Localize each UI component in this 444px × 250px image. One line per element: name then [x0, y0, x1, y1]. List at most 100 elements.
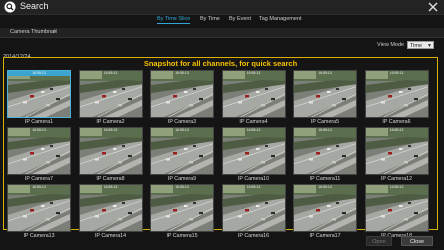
snapshot-frame[interactable]: 16:55:13 [293, 70, 357, 118]
camera-label: IP Camera6 [382, 119, 411, 125]
snapshot-frame[interactable]: 16:55:13 [78, 127, 143, 175]
snapshot-image [365, 128, 428, 174]
snapshot-time: 16:55:13 [103, 128, 118, 132]
tab-tag-management[interactable]: Tag Management [259, 16, 302, 22]
camera-label: IP Camera16 [237, 233, 270, 239]
camera-label: IP Camera15 [166, 233, 198, 239]
snapshot-image [222, 128, 285, 174]
camera-label: IP Camera1 [24, 119, 54, 125]
camera-thumbnail[interactable]: 16:55:13 IP Camera8 [78, 127, 143, 184]
snapshot-frame[interactable]: 16:55:13 [150, 70, 214, 118]
view-mode-select[interactable]: Time ▼ [407, 41, 434, 49]
camera-label: IP Camera4 [239, 119, 268, 125]
snapshot-image [8, 185, 70, 231]
thumbnail-panel: Snapshot for all channels, for quick sea… [3, 57, 438, 239]
view-mode-label: View Mode [377, 42, 405, 48]
camera-thumbnail[interactable]: 16:55:13 IP Camera18 [364, 184, 429, 241]
snapshot-image [294, 71, 356, 117]
camera-thumbnail[interactable]: 16:55:13 IP Camera15 [150, 184, 214, 241]
tab-by-time-slice[interactable]: By Time Slice [157, 16, 191, 24]
snapshot-time: 16:55:13 [389, 185, 404, 189]
snapshot-frame[interactable]: 16:55:13 [221, 70, 286, 118]
title-bar: Search [0, 0, 444, 15]
breadcrumb-camera-thumbnail[interactable]: Camera Thumbnail [10, 29, 57, 35]
snapshot-image [222, 71, 285, 117]
snapshot-time: 16:55:13 [175, 185, 189, 189]
snapshot-frame[interactable]: 16:55:13 [293, 127, 357, 175]
chevron-right-icon: > [53, 29, 57, 35]
snapshot-image [79, 128, 142, 174]
snapshot-frame[interactable]: 16:55:13 [78, 70, 143, 118]
camera-label: IP Camera13 [23, 233, 55, 239]
snapshot-time: 16:55:13 [246, 128, 261, 132]
camera-label: IP Camera8 [96, 176, 125, 182]
snapshot-frame[interactable]: 16:55:13 [7, 70, 71, 118]
snapshot-time: 16:55:13 [318, 128, 332, 132]
snapshot-image [8, 71, 70, 117]
snapshot-time: 16:55:13 [103, 185, 118, 189]
panel-banner: Snapshot for all channels, for quick sea… [143, 59, 298, 68]
snapshot-frame[interactable]: 16:55:13 [7, 127, 71, 175]
camera-thumbnail[interactable]: 16:55:13 IP Camera2 [78, 70, 143, 127]
snapshot-time: 16:55:13 [246, 71, 261, 75]
camera-thumbnail[interactable]: 16:55:13 IP Camera1 [7, 70, 71, 127]
camera-thumbnail[interactable]: 16:55:13 IP Camera12 [364, 127, 429, 184]
camera-label: IP Camera2 [96, 119, 125, 125]
camera-thumbnail[interactable]: 16:55:13 IP Camera7 [7, 127, 71, 184]
snapshot-frame[interactable]: 16:55:13 [364, 70, 429, 118]
snapshot-image [365, 71, 428, 117]
snapshot-time: 16:55:13 [318, 71, 332, 75]
snapshot-time: 16:55:13 [8, 71, 70, 76]
tab-by-event[interactable]: By Event [229, 16, 251, 22]
camera-thumbnail[interactable]: 16:55:13 IP Camera3 [150, 70, 214, 127]
snapshot-frame[interactable]: 16:55:13 [150, 127, 214, 175]
snapshot-frame[interactable]: 16:55:13 [293, 184, 357, 232]
camera-thumbnail[interactable]: 16:55:13 IP Camera10 [221, 127, 286, 184]
snapshot-time: 16:55:13 [32, 185, 46, 189]
tab-by-time[interactable]: By Time [200, 16, 220, 22]
snapshot-frame[interactable]: 16:55:13 [364, 184, 429, 232]
camera-thumbnail[interactable]: 16:55:13 IP Camera17 [293, 184, 357, 241]
snapshot-time: 16:55:13 [246, 185, 261, 189]
camera-thumbnail[interactable]: 16:55:13 IP Camera11 [293, 127, 357, 184]
snapshot-frame[interactable]: 16:55:13 [78, 184, 143, 232]
snapshot-image [79, 71, 142, 117]
snapshot-time: 16:55:13 [389, 71, 404, 75]
snapshot-time: 16:55:13 [103, 71, 118, 75]
breadcrumb: Camera Thumbnail > [0, 28, 444, 38]
camera-label: IP Camera7 [24, 176, 54, 182]
snapshot-image [151, 71, 213, 117]
caret-down-icon: ▼ [427, 43, 432, 49]
camera-thumbnail[interactable]: 16:55:13 IP Camera5 [293, 70, 357, 127]
snapshot-image [294, 128, 356, 174]
close-icon[interactable] [428, 2, 438, 12]
camera-label: IP Camera9 [167, 176, 197, 182]
snapshot-image [79, 185, 142, 231]
camera-label: IP Camera14 [94, 233, 127, 239]
snapshot-frame[interactable]: 16:55:13 [221, 127, 286, 175]
snapshot-time: 16:55:13 [175, 71, 189, 75]
camera-label: IP Camera17 [309, 233, 341, 239]
camera-label: IP Camera12 [380, 176, 413, 182]
camera-thumbnail[interactable]: 16:55:13 IP Camera14 [78, 184, 143, 241]
snapshot-image [222, 185, 285, 231]
camera-thumbnail[interactable]: 16:55:13 IP Camera13 [7, 184, 71, 241]
snapshot-image [151, 185, 213, 231]
snapshot-image [294, 185, 356, 231]
snapshot-frame[interactable]: 16:55:13 [221, 184, 286, 232]
camera-thumbnail[interactable]: 16:55:13 IP Camera6 [364, 70, 429, 127]
camera-label: IP Camera11 [309, 176, 341, 182]
camera-thumbnail[interactable]: 16:55:13 IP Camera9 [150, 127, 214, 184]
snapshot-image [8, 128, 70, 174]
snapshot-frame[interactable]: 16:55:13 [150, 184, 214, 232]
camera-thumbnail[interactable]: 16:55:13 IP Camera4 [221, 70, 286, 127]
camera-label: IP Camera5 [310, 119, 340, 125]
camera-thumbnail[interactable]: 16:55:13 IP Camera16 [221, 184, 286, 241]
snapshot-frame[interactable]: 16:55:13 [364, 127, 429, 175]
close-button[interactable]: Close [401, 236, 433, 246]
snapshot-time: 16:55:13 [318, 185, 332, 189]
snapshot-image [365, 185, 428, 231]
open-button[interactable]: Open [366, 236, 392, 246]
snapshot-frame[interactable]: 16:55:13 [7, 184, 71, 232]
camera-label: IP Camera10 [237, 176, 270, 182]
